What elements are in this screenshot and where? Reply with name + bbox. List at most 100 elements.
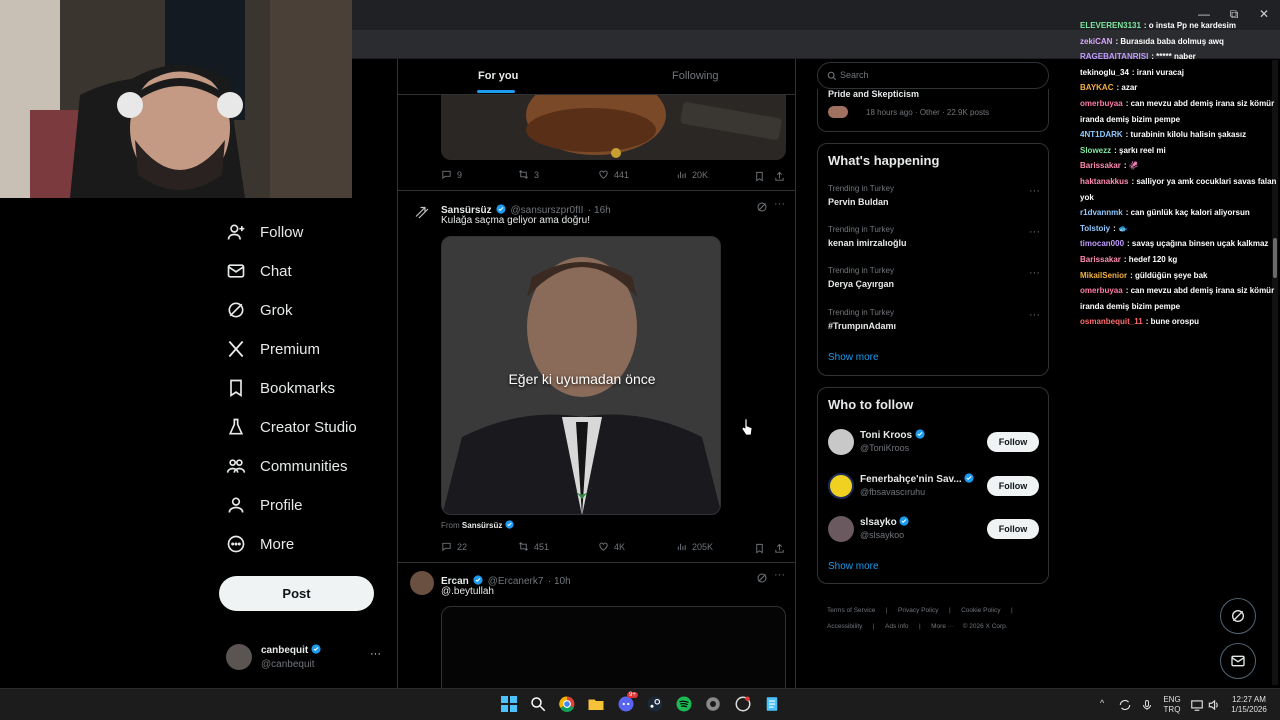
grok-analyze-button[interactable] — [756, 200, 768, 212]
nav-communities[interactable]: Communities — [226, 449, 348, 483]
nav-profile[interactable]: Profile — [226, 488, 303, 522]
account-switcher[interactable]: canbequit @canbequit ··· — [226, 640, 386, 676]
chat-username[interactable]: r1dvannmk — [1080, 208, 1123, 217]
sync-icon[interactable] — [1118, 698, 1132, 712]
source-name[interactable]: Sansürsüz — [462, 521, 502, 530]
tweet-media-image[interactable] — [441, 95, 786, 160]
share-button[interactable] — [774, 541, 785, 553]
tweet-video[interactable]: Eğer ki uyumadan önce — [441, 236, 721, 515]
views-button[interactable]: 205K — [676, 541, 713, 552]
chrome-icon[interactable] — [558, 695, 576, 713]
app-icon[interactable] — [734, 695, 752, 713]
follow-button[interactable]: Follow — [987, 519, 1039, 539]
chat-username[interactable]: Barissakar — [1080, 255, 1121, 264]
chat-username[interactable]: Tolstoiy — [1080, 224, 1110, 233]
trend-more-icon[interactable]: ··· — [1029, 185, 1040, 197]
chat-username[interactable]: BAYKAC — [1080, 83, 1114, 92]
spotify-icon[interactable] — [675, 695, 693, 713]
chat-username[interactable]: MikailSenior — [1080, 271, 1127, 280]
footer-cookie-link[interactable]: Cookie Policy — [961, 607, 1000, 614]
steam-icon[interactable] — [646, 695, 664, 713]
settings-icon[interactable] — [704, 695, 722, 713]
tweet-avatar[interactable] — [413, 203, 431, 221]
like-button[interactable]: 441 — [598, 169, 629, 180]
windows-start-icon[interactable] — [500, 695, 518, 713]
bookmark-button[interactable] — [754, 169, 765, 182]
nav-follow[interactable]: Follow — [226, 215, 303, 249]
grok-fab-button[interactable] — [1220, 598, 1256, 634]
notepad-icon[interactable] — [763, 695, 781, 713]
bookmark-button[interactable] — [754, 541, 765, 554]
nav-chat[interactable]: Chat — [226, 254, 292, 288]
account-handle: @canbequit — [261, 659, 315, 670]
messages-fab-button[interactable] — [1220, 643, 1256, 679]
chat-username[interactable]: omerbuyaa — [1080, 286, 1123, 295]
language-indicator[interactable]: ENG TRQ — [1160, 695, 1184, 715]
chat-username[interactable]: Barissakar — [1080, 161, 1121, 170]
user-name-row: Fenerbahçe'nin Sav... — [860, 473, 975, 485]
tweet-time[interactable]: · 10h — [548, 576, 571, 587]
show-more-link[interactable]: Show more — [828, 561, 879, 572]
microphone-icon[interactable] — [1141, 698, 1153, 712]
footer-privacy-link[interactable]: Privacy Policy — [898, 607, 938, 614]
chat-username[interactable]: omerbuyaa — [1080, 99, 1123, 108]
views-button[interactable]: 20K — [676, 169, 708, 180]
clock[interactable]: 12:27 AM 1/15/2026 — [1226, 695, 1272, 715]
tweet-more-icon[interactable]: ··· — [774, 569, 785, 581]
avatar[interactable] — [410, 571, 434, 595]
search-icon — [827, 71, 837, 81]
post-button[interactable]: Post — [219, 576, 374, 611]
nav-premium[interactable]: Premium — [226, 332, 320, 366]
volume-icon[interactable] — [1207, 698, 1221, 712]
trend-card[interactable]: Pride and Skepticism 18 hours ago · Othe… — [817, 89, 1049, 132]
trend-more-icon[interactable]: ··· — [1029, 267, 1040, 279]
chat-username[interactable]: Slowezz — [1080, 146, 1111, 155]
chat-username[interactable]: 4NT1DARK — [1080, 130, 1123, 139]
reply-button[interactable]: 22 — [441, 541, 467, 552]
trend-item[interactable]: Trending in Turkey Pervin Buldan ··· — [828, 184, 1040, 214]
reply-button[interactable]: 9 — [441, 169, 462, 180]
search-icon[interactable] — [529, 695, 547, 713]
nav-grok[interactable]: Grok — [226, 293, 293, 327]
chat-username[interactable]: osmanbequit_11 — [1080, 317, 1143, 326]
network-icon[interactable] — [1190, 698, 1204, 712]
trend-item[interactable]: Trending in Turkey kenan imirzalıoğlu ··… — [828, 225, 1040, 255]
nav-more[interactable]: More — [226, 527, 294, 561]
chat-username[interactable]: timocan000 — [1080, 239, 1124, 248]
folder-icon[interactable] — [587, 695, 605, 713]
follow-suggestion[interactable]: Toni Kroos @ToniKroos Follow — [828, 428, 1040, 458]
chat-username[interactable]: RAGEBAITANRISI — [1080, 52, 1148, 61]
account-more-icon[interactable]: ··· — [370, 648, 381, 660]
tray-overflow-icon[interactable]: ^ — [1100, 698, 1104, 708]
follow-suggestion[interactable]: Fenerbahçe'nin Sav... @fbsavascıruhu Fol… — [828, 472, 1040, 502]
grok-analyze-button[interactable] — [756, 571, 768, 583]
chat-username[interactable]: zekiCAN — [1080, 37, 1112, 46]
footer-ads-link[interactable]: Ads info — [885, 623, 909, 630]
tab-following[interactable]: Following — [672, 59, 718, 95]
retweet-button[interactable]: 3 — [518, 169, 539, 180]
trend-more-icon[interactable]: ··· — [1029, 226, 1040, 238]
follow-suggestion[interactable]: slsayko @slsaykoo Follow — [828, 515, 1040, 545]
chat-username[interactable]: ELEVEREN3131 — [1080, 21, 1141, 30]
follow-button[interactable]: Follow — [987, 476, 1039, 496]
tweet-time[interactable]: · 16h — [588, 205, 611, 216]
search-input[interactable]: Search — [817, 62, 1049, 89]
footer-terms-link[interactable]: Terms of Service — [827, 607, 875, 614]
trend-item[interactable]: Trending in Turkey Derya Çayırgan ··· — [828, 266, 1040, 296]
like-button[interactable]: 4K — [598, 541, 625, 552]
trend-more-icon[interactable]: ··· — [1029, 309, 1040, 321]
chat-username[interactable]: tekinoglu_34 — [1080, 68, 1129, 77]
retweet-button[interactable]: 451 — [518, 541, 549, 552]
tweet-more-icon[interactable]: ··· — [774, 198, 785, 210]
trend-item[interactable]: Trending in Turkey #TrumpınAdamı ··· — [828, 308, 1040, 338]
tweet-author-handle[interactable]: @Ercanerk7 — [488, 576, 544, 587]
tweet-media[interactable] — [441, 606, 786, 688]
nav-creator-studio[interactable]: Creator Studio — [226, 410, 357, 444]
nav-bookmarks[interactable]: Bookmarks — [226, 371, 335, 405]
show-more-link[interactable]: Show more — [828, 352, 879, 363]
chat-username[interactable]: haktanakkus — [1080, 177, 1128, 186]
footer-more-link[interactable]: More ··· — [931, 623, 954, 630]
follow-button[interactable]: Follow — [987, 432, 1039, 452]
footer-accessibility-link[interactable]: Accessibility — [827, 623, 862, 630]
share-button[interactable] — [774, 169, 785, 181]
